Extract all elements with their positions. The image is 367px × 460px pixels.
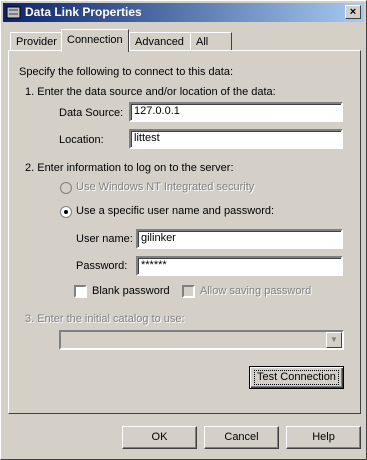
step1-heading: 1. Enter the data source and/or location…: [25, 86, 276, 98]
tab-connection[interactable]: Connection: [61, 29, 129, 52]
ok-button[interactable]: OK: [122, 426, 197, 449]
cancel-button[interactable]: Cancel: [204, 426, 279, 449]
test-connection-label: Test Connection: [254, 370, 339, 385]
tab-all[interactable]: All: [190, 32, 232, 51]
username-input[interactable]: gilinker: [136, 229, 343, 249]
data-source-label: Data Source:: [59, 107, 124, 119]
chevron-down-icon[interactable]: ▼: [326, 332, 342, 348]
data-link-icon: [6, 6, 21, 19]
username-label: User name:: [76, 233, 133, 245]
password-input[interactable]: ******: [136, 256, 343, 276]
connection-panel: Specify the following to connect to this…: [8, 50, 361, 414]
blank-password-checkbox[interactable]: [74, 285, 87, 298]
step3-heading: 3. Enter the initial catalog to use:: [25, 313, 185, 325]
tab-advanced[interactable]: Advanced: [129, 32, 191, 51]
close-icon: ×: [349, 6, 357, 18]
title-bar[interactable]: Data Link Properties ×: [3, 3, 364, 22]
test-connection-button[interactable]: Test Connection: [249, 366, 344, 389]
allow-saving-password-label: Allow saving password: [200, 285, 312, 297]
tab-connection-label: Connection: [67, 34, 123, 46]
window-title: Data Link Properties: [25, 5, 142, 19]
data-link-properties-window: Data Link Properties × Provider Connecti…: [0, 0, 367, 460]
nt-security-radio[interactable]: [60, 182, 72, 194]
specific-user-radio[interactable]: [60, 206, 72, 218]
data-source-input[interactable]: 127.0.0.1: [129, 102, 343, 122]
location-label: Location:: [59, 134, 104, 146]
help-button[interactable]: Help: [286, 426, 361, 449]
specific-user-label: Use a specific user name and password:: [76, 205, 275, 217]
tab-provider[interactable]: Provider: [10, 32, 62, 51]
step2-heading: 2. Enter information to log on to the se…: [25, 162, 234, 174]
close-button[interactable]: ×: [345, 5, 361, 19]
location-input[interactable]: littest: [129, 129, 343, 149]
intro-text: Specify the following to connect to this…: [19, 66, 234, 78]
nt-security-label: Use Windows NT Integrated security: [76, 181, 255, 193]
tab-all-label: All: [196, 36, 209, 48]
password-label: Password:: [76, 260, 128, 272]
tab-provider-label: Provider: [16, 36, 57, 48]
initial-catalog-select[interactable]: ▼: [59, 330, 344, 350]
tab-advanced-label: Advanced: [135, 36, 184, 48]
allow-saving-password-checkbox[interactable]: [182, 285, 195, 298]
blank-password-label: Blank password: [92, 285, 170, 297]
